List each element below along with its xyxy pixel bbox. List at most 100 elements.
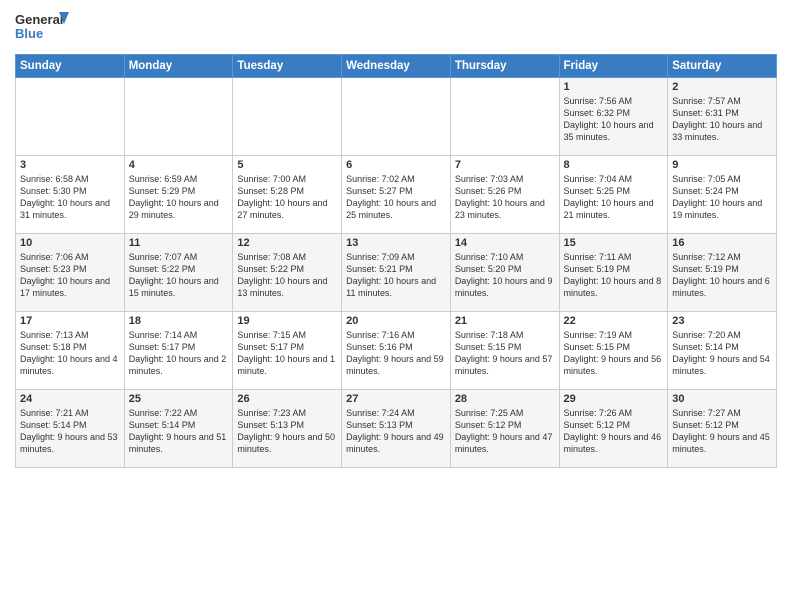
day-number: 15	[564, 237, 664, 249]
calendar-cell: 19 Sunrise: 7:15 AM Sunset: 5:17 PM Dayli…	[233, 312, 342, 390]
calendar-cell: 3 Sunrise: 6:58 AM Sunset: 5:30 PM Daylig…	[16, 156, 125, 234]
calendar-cell: 23Sunrise: 7:20 AM Sunset: 5:14 PM Dayli…	[668, 312, 777, 390]
calendar-cell: 9 Sunrise: 7:05 AM Sunset: 5:24 PM Daylig…	[668, 156, 777, 234]
calendar-cell: 13 Sunrise: 7:09 AM Sunset: 5:21 PM Dayli…	[342, 234, 451, 312]
day-number: 29	[564, 393, 664, 405]
day-number: 8	[564, 159, 664, 171]
day-number: 17	[20, 315, 120, 327]
day-info: Sunrise: 7:13 AM Sunset: 5:18 PM Dayligh…	[20, 329, 120, 378]
day-number: 3	[20, 159, 120, 171]
calendar-cell: 2 Sunrise: 7:57 AM Sunset: 6:31 PM Daylig…	[668, 78, 777, 156]
calendar-body: 1Sunrise: 7:56 AM Sunset: 6:32 PM Daylig…	[16, 78, 777, 468]
day-of-week-header: Saturday	[668, 55, 777, 78]
day-number: 9	[672, 159, 772, 171]
day-info: Sunrise: 7:26 AM Sunset: 5:12 PM Dayligh…	[564, 407, 664, 456]
day-info: Sunrise: 7:11 AM Sunset: 5:19 PM Dayligh…	[564, 251, 664, 300]
day-number: 20	[346, 315, 446, 327]
calendar-cell	[124, 78, 233, 156]
day-number: 19	[237, 315, 337, 327]
day-number: 2	[672, 81, 772, 93]
calendar-cell: 12Sunrise: 7:08 AM Sunset: 5:22 PM Dayli…	[233, 234, 342, 312]
calendar-cell: 4 Sunrise: 6:59 AM Sunset: 5:29 PM Daylig…	[124, 156, 233, 234]
calendar-cell: 24Sunrise: 7:21 AM Sunset: 5:14 PM Dayli…	[16, 390, 125, 468]
day-number: 26	[237, 393, 337, 405]
calendar-week-row: 3 Sunrise: 6:58 AM Sunset: 5:30 PM Daylig…	[16, 156, 777, 234]
day-info: Sunrise: 7:15 AM Sunset: 5:17 PM Dayligh…	[237, 329, 337, 378]
calendar-cell: 14 Sunrise: 7:10 AM Sunset: 5:20 PM Dayli…	[450, 234, 559, 312]
day-info: Sunrise: 7:05 AM Sunset: 5:24 PM Dayligh…	[672, 173, 772, 222]
day-number: 5	[237, 159, 337, 171]
day-info: Sunrise: 6:58 AM Sunset: 5:30 PM Dayligh…	[20, 173, 120, 222]
day-number: 30	[672, 393, 772, 405]
calendar-cell: 1Sunrise: 7:56 AM Sunset: 6:32 PM Daylig…	[559, 78, 668, 156]
day-info: Sunrise: 7:18 AM Sunset: 5:15 PM Dayligh…	[455, 329, 555, 378]
calendar-cell	[450, 78, 559, 156]
day-number: 25	[129, 393, 229, 405]
day-number: 10	[20, 237, 120, 249]
calendar-cell	[233, 78, 342, 156]
calendar-week-row: 17 Sunrise: 7:13 AM Sunset: 5:18 PM Dayli…	[16, 312, 777, 390]
calendar-cell: 25 Sunrise: 7:22 AM Sunset: 5:14 PM Dayli…	[124, 390, 233, 468]
day-info: Sunrise: 7:02 AM Sunset: 5:27 PM Dayligh…	[346, 173, 446, 222]
calendar-cell: 11 Sunrise: 7:07 AM Sunset: 5:22 PM Dayli…	[124, 234, 233, 312]
calendar-cell: 5Sunrise: 7:00 AM Sunset: 5:28 PM Daylig…	[233, 156, 342, 234]
calendar-cell: 26Sunrise: 7:23 AM Sunset: 5:13 PM Dayli…	[233, 390, 342, 468]
day-number: 28	[455, 393, 555, 405]
svg-text:Blue: Blue	[15, 26, 43, 41]
calendar-cell: 15 Sunrise: 7:11 AM Sunset: 5:19 PM Dayli…	[559, 234, 668, 312]
day-number: 21	[455, 315, 555, 327]
day-info: Sunrise: 7:19 AM Sunset: 5:15 PM Dayligh…	[564, 329, 664, 378]
day-number: 27	[346, 393, 446, 405]
calendar-cell: 21 Sunrise: 7:18 AM Sunset: 5:15 PM Dayli…	[450, 312, 559, 390]
calendar-week-row: 10 Sunrise: 7:06 AM Sunset: 5:23 PM Dayli…	[16, 234, 777, 312]
day-info: Sunrise: 7:25 AM Sunset: 5:12 PM Dayligh…	[455, 407, 555, 456]
calendar-week-row: 1Sunrise: 7:56 AM Sunset: 6:32 PM Daylig…	[16, 78, 777, 156]
day-of-week-header: Tuesday	[233, 55, 342, 78]
svg-text:General: General	[15, 12, 63, 27]
calendar-cell: 27 Sunrise: 7:24 AM Sunset: 5:13 PM Dayli…	[342, 390, 451, 468]
day-number: 12	[237, 237, 337, 249]
day-number: 7	[455, 159, 555, 171]
day-of-week-header: Thursday	[450, 55, 559, 78]
logo-svg: GeneralBlue	[15, 10, 75, 46]
logo: GeneralBlue	[15, 10, 75, 46]
day-info: Sunrise: 7:22 AM Sunset: 5:14 PM Dayligh…	[129, 407, 229, 456]
calendar-cell: 30 Sunrise: 7:27 AM Sunset: 5:12 PM Dayli…	[668, 390, 777, 468]
day-info: Sunrise: 7:12 AM Sunset: 5:19 PM Dayligh…	[672, 251, 772, 300]
calendar-cell: 16 Sunrise: 7:12 AM Sunset: 5:19 PM Dayli…	[668, 234, 777, 312]
day-info: Sunrise: 7:04 AM Sunset: 5:25 PM Dayligh…	[564, 173, 664, 222]
day-number: 6	[346, 159, 446, 171]
day-info: Sunrise: 7:16 AM Sunset: 5:16 PM Dayligh…	[346, 329, 446, 378]
day-info: Sunrise: 7:06 AM Sunset: 5:23 PM Dayligh…	[20, 251, 120, 300]
day-of-week-header: Wednesday	[342, 55, 451, 78]
day-number: 24	[20, 393, 120, 405]
day-info: Sunrise: 7:03 AM Sunset: 5:26 PM Dayligh…	[455, 173, 555, 222]
calendar-cell: 20 Sunrise: 7:16 AM Sunset: 5:16 PM Dayli…	[342, 312, 451, 390]
day-info: Sunrise: 7:14 AM Sunset: 5:17 PM Dayligh…	[129, 329, 229, 378]
day-number: 16	[672, 237, 772, 249]
calendar-cell: 7 Sunrise: 7:03 AM Sunset: 5:26 PM Daylig…	[450, 156, 559, 234]
day-info: Sunrise: 7:20 AM Sunset: 5:14 PM Dayligh…	[672, 329, 772, 378]
day-info: Sunrise: 6:59 AM Sunset: 5:29 PM Dayligh…	[129, 173, 229, 222]
day-info: Sunrise: 7:24 AM Sunset: 5:13 PM Dayligh…	[346, 407, 446, 456]
day-of-week-header: Monday	[124, 55, 233, 78]
day-info: Sunrise: 7:57 AM Sunset: 6:31 PM Dayligh…	[672, 95, 772, 144]
day-number: 4	[129, 159, 229, 171]
calendar-table: SundayMondayTuesdayWednesdayThursdayFrid…	[15, 54, 777, 468]
calendar-cell: 28 Sunrise: 7:25 AM Sunset: 5:12 PM Dayli…	[450, 390, 559, 468]
day-number: 22	[564, 315, 664, 327]
day-number: 13	[346, 237, 446, 249]
day-number: 18	[129, 315, 229, 327]
day-info: Sunrise: 7:09 AM Sunset: 5:21 PM Dayligh…	[346, 251, 446, 300]
day-number: 1	[564, 81, 664, 93]
day-number: 14	[455, 237, 555, 249]
day-info: Sunrise: 7:07 AM Sunset: 5:22 PM Dayligh…	[129, 251, 229, 300]
day-info: Sunrise: 7:27 AM Sunset: 5:12 PM Dayligh…	[672, 407, 772, 456]
day-of-week-header: Sunday	[16, 55, 125, 78]
calendar-cell: 8 Sunrise: 7:04 AM Sunset: 5:25 PM Daylig…	[559, 156, 668, 234]
day-info: Sunrise: 7:10 AM Sunset: 5:20 PM Dayligh…	[455, 251, 555, 300]
day-of-week-header: Friday	[559, 55, 668, 78]
day-number: 11	[129, 237, 229, 249]
header: GeneralBlue	[15, 10, 777, 46]
calendar-cell	[342, 78, 451, 156]
